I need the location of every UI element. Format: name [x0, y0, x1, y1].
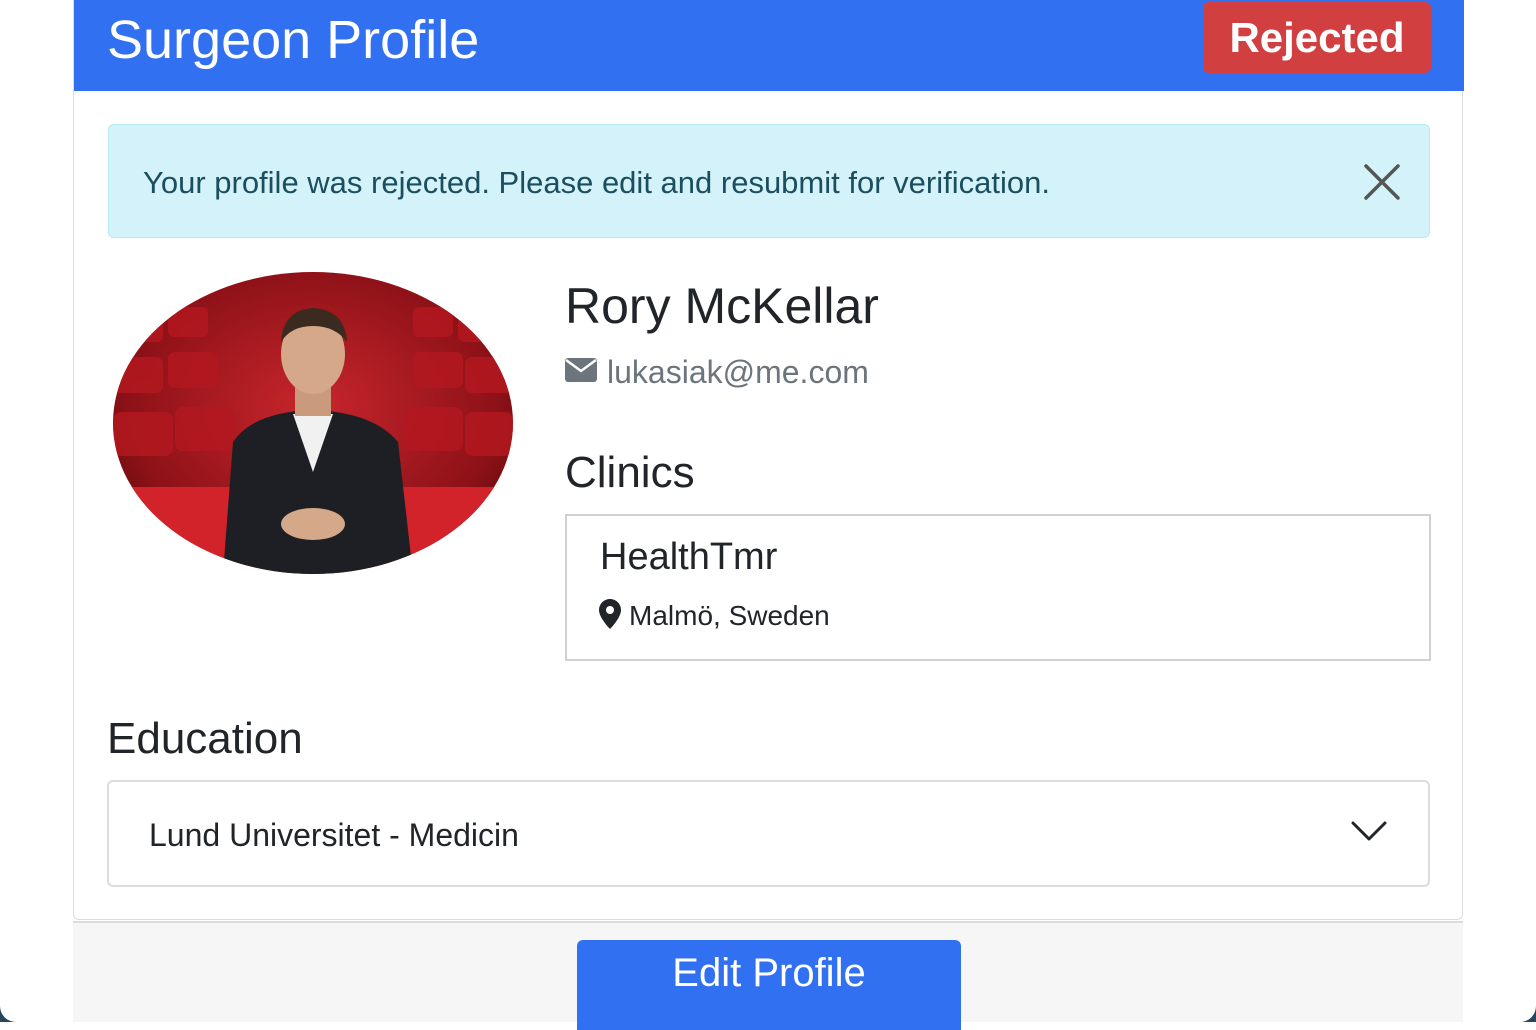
- clinic-card: HealthTmr Malmö, Sweden: [565, 514, 1431, 661]
- card-header: Surgeon Profile Rejected: [74, 0, 1464, 91]
- clinic-location-text: Malmö, Sweden: [629, 600, 830, 631]
- window-corner-right: [1520, 1006, 1536, 1022]
- window-corner-left: [0, 1006, 16, 1022]
- edit-profile-button[interactable]: Edit Profile: [577, 940, 961, 1030]
- clinics-heading: Clinics: [565, 448, 695, 497]
- envelope-icon: [565, 357, 607, 387]
- map-pin-icon: [599, 598, 629, 634]
- card-footer: Edit Profile: [73, 921, 1463, 1030]
- education-heading: Education: [107, 714, 303, 763]
- avatar: [113, 272, 513, 574]
- email-address[interactable]: lukasiak@me.com: [607, 352, 869, 392]
- close-icon[interactable]: [1363, 163, 1401, 201]
- alert-message: Your profile was rejected. Please edit a…: [143, 165, 1050, 200]
- clinic-location: Malmö, Sweden: [599, 598, 830, 634]
- page-title: Surgeon Profile: [107, 10, 480, 70]
- email-row: lukasiak@me.com: [565, 352, 869, 392]
- clinic-name: HealthTmr: [600, 536, 778, 578]
- status-badge: Rejected: [1203, 2, 1431, 73]
- education-item-label: Lund Universitet - Medicin: [149, 817, 519, 853]
- chevron-down-icon[interactable]: [1351, 820, 1387, 847]
- surgeon-name: Rory McKellar: [565, 278, 879, 334]
- education-accordion-item[interactable]: Lund Universitet - Medicin: [107, 780, 1430, 887]
- rejection-alert: Your profile was rejected. Please edit a…: [108, 124, 1430, 238]
